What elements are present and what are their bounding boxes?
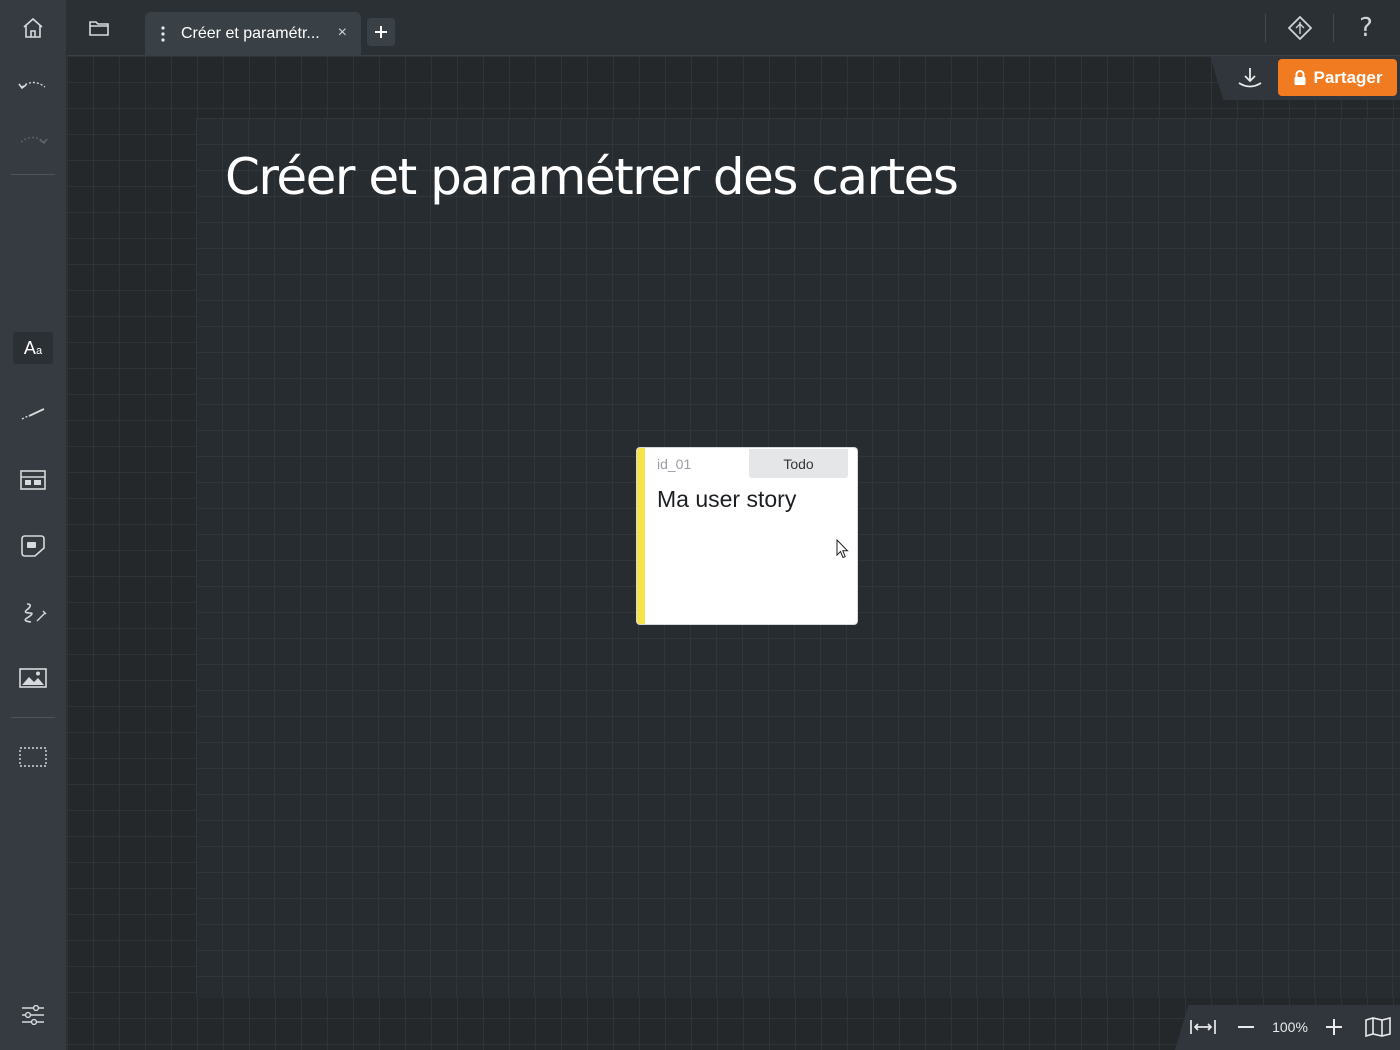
text-tool-icon: Aa [23,337,43,358]
mouse-cursor-icon [836,539,849,559]
zoom-out-icon [1238,1026,1254,1028]
text-tool-button[interactable]: Aa [13,332,53,364]
settings-button[interactable] [13,999,53,1031]
fit-width-icon [1190,1020,1216,1034]
settings-sliders-icon [22,1005,44,1025]
share-button[interactable]: Partager [1278,59,1397,96]
redo-icon [20,136,48,145]
minimap-button[interactable] [1362,1012,1394,1042]
sticker-tool-button[interactable] [13,530,53,562]
undo-icon [18,81,46,90]
download-button[interactable] [1234,64,1266,92]
zoom-level[interactable]: 100% [1268,1012,1312,1042]
download-icon [1238,68,1262,88]
zoom-out-button[interactable] [1234,1012,1258,1042]
zoom-in-button[interactable] [1322,1012,1346,1042]
board-title[interactable]: Créer et paramétrer des cartes [225,148,959,206]
zoom-in-icon [1326,1019,1342,1035]
tab-menu-button[interactable] [153,26,173,42]
selection-tool-button[interactable] [13,741,53,773]
card-status-badge[interactable]: Todo [749,449,848,478]
share-label: Partager [1313,67,1383,87]
selection-tool-icon [19,747,47,767]
folder-icon [89,21,109,36]
toolbar-divider [11,174,55,175]
draw-tool-button[interactable] [13,597,53,629]
undo-button[interactable] [13,70,53,102]
diamond-icon [1287,15,1313,41]
image-tool-icon [19,668,47,688]
plus-icon [375,26,387,38]
top-bar: Créer et paramétr... × ? [67,0,1400,56]
toolbar-divider [11,717,55,718]
topbar-divider [1265,14,1266,42]
help-icon: ? [1359,13,1373,43]
folder-button[interactable] [79,12,119,44]
story-card[interactable]: id_01 Todo Ma user story [637,448,857,624]
card-tool-button[interactable] [13,464,53,496]
help-button[interactable]: ? [1346,12,1386,44]
line-tool-icon [21,408,45,420]
draw-tool-icon [24,603,47,623]
card-title[interactable]: Ma user story [657,486,796,513]
minimap-icon [1365,1017,1391,1037]
topbar-divider [1333,14,1334,42]
home-button[interactable] [13,12,53,44]
line-tool-button[interactable] [13,398,53,430]
diamond-button[interactable] [1280,12,1320,44]
fit-width-button[interactable] [1187,1012,1219,1042]
add-tab-button[interactable] [367,18,395,46]
card-id: id_01 [657,456,692,472]
tab-close-button[interactable]: × [338,24,347,42]
sticker-tool-icon [21,535,45,557]
kebab-menu-icon [161,26,165,42]
home-icon [23,17,43,38]
lock-icon [1294,69,1305,85]
tab-active-board[interactable]: Créer et paramétr... × [145,12,361,56]
tab-title: Créer et paramétr... [181,25,320,42]
redo-button[interactable] [13,125,53,157]
card-color-stripe [637,448,645,624]
left-toolbar: Aa [0,0,67,1050]
image-tool-button[interactable] [13,662,53,694]
card-tool-icon [20,470,46,490]
